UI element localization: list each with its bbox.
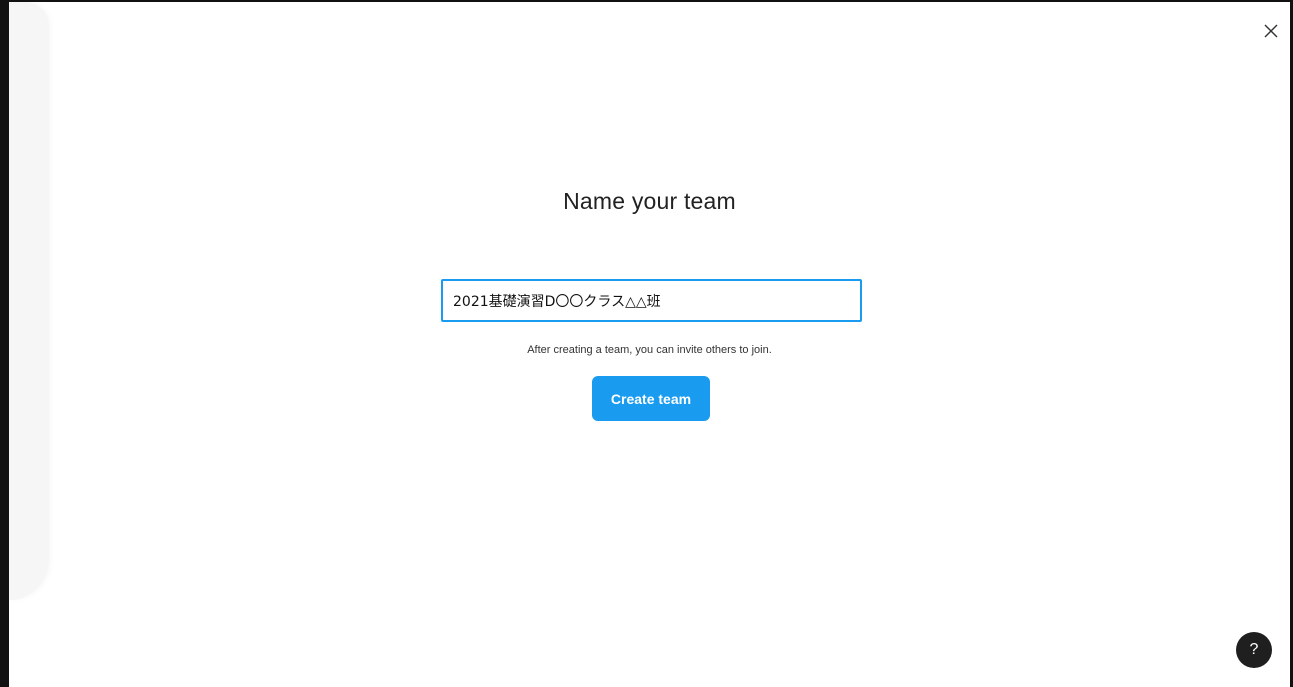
create-team-window: Name your team After creating a team, yo… [0,0,1293,687]
help-icon: ? [1249,641,1259,658]
create-team-button[interactable]: Create team [592,376,710,421]
help-button[interactable]: ? [1236,632,1272,668]
side-panel [9,2,49,600]
invite-hint: After creating a team, you can invite ot… [527,344,772,356]
close-icon [1264,24,1278,38]
team-name-input[interactable] [441,279,862,322]
page-title: Name your team [563,188,736,214]
close-button[interactable] [1264,24,1282,42]
